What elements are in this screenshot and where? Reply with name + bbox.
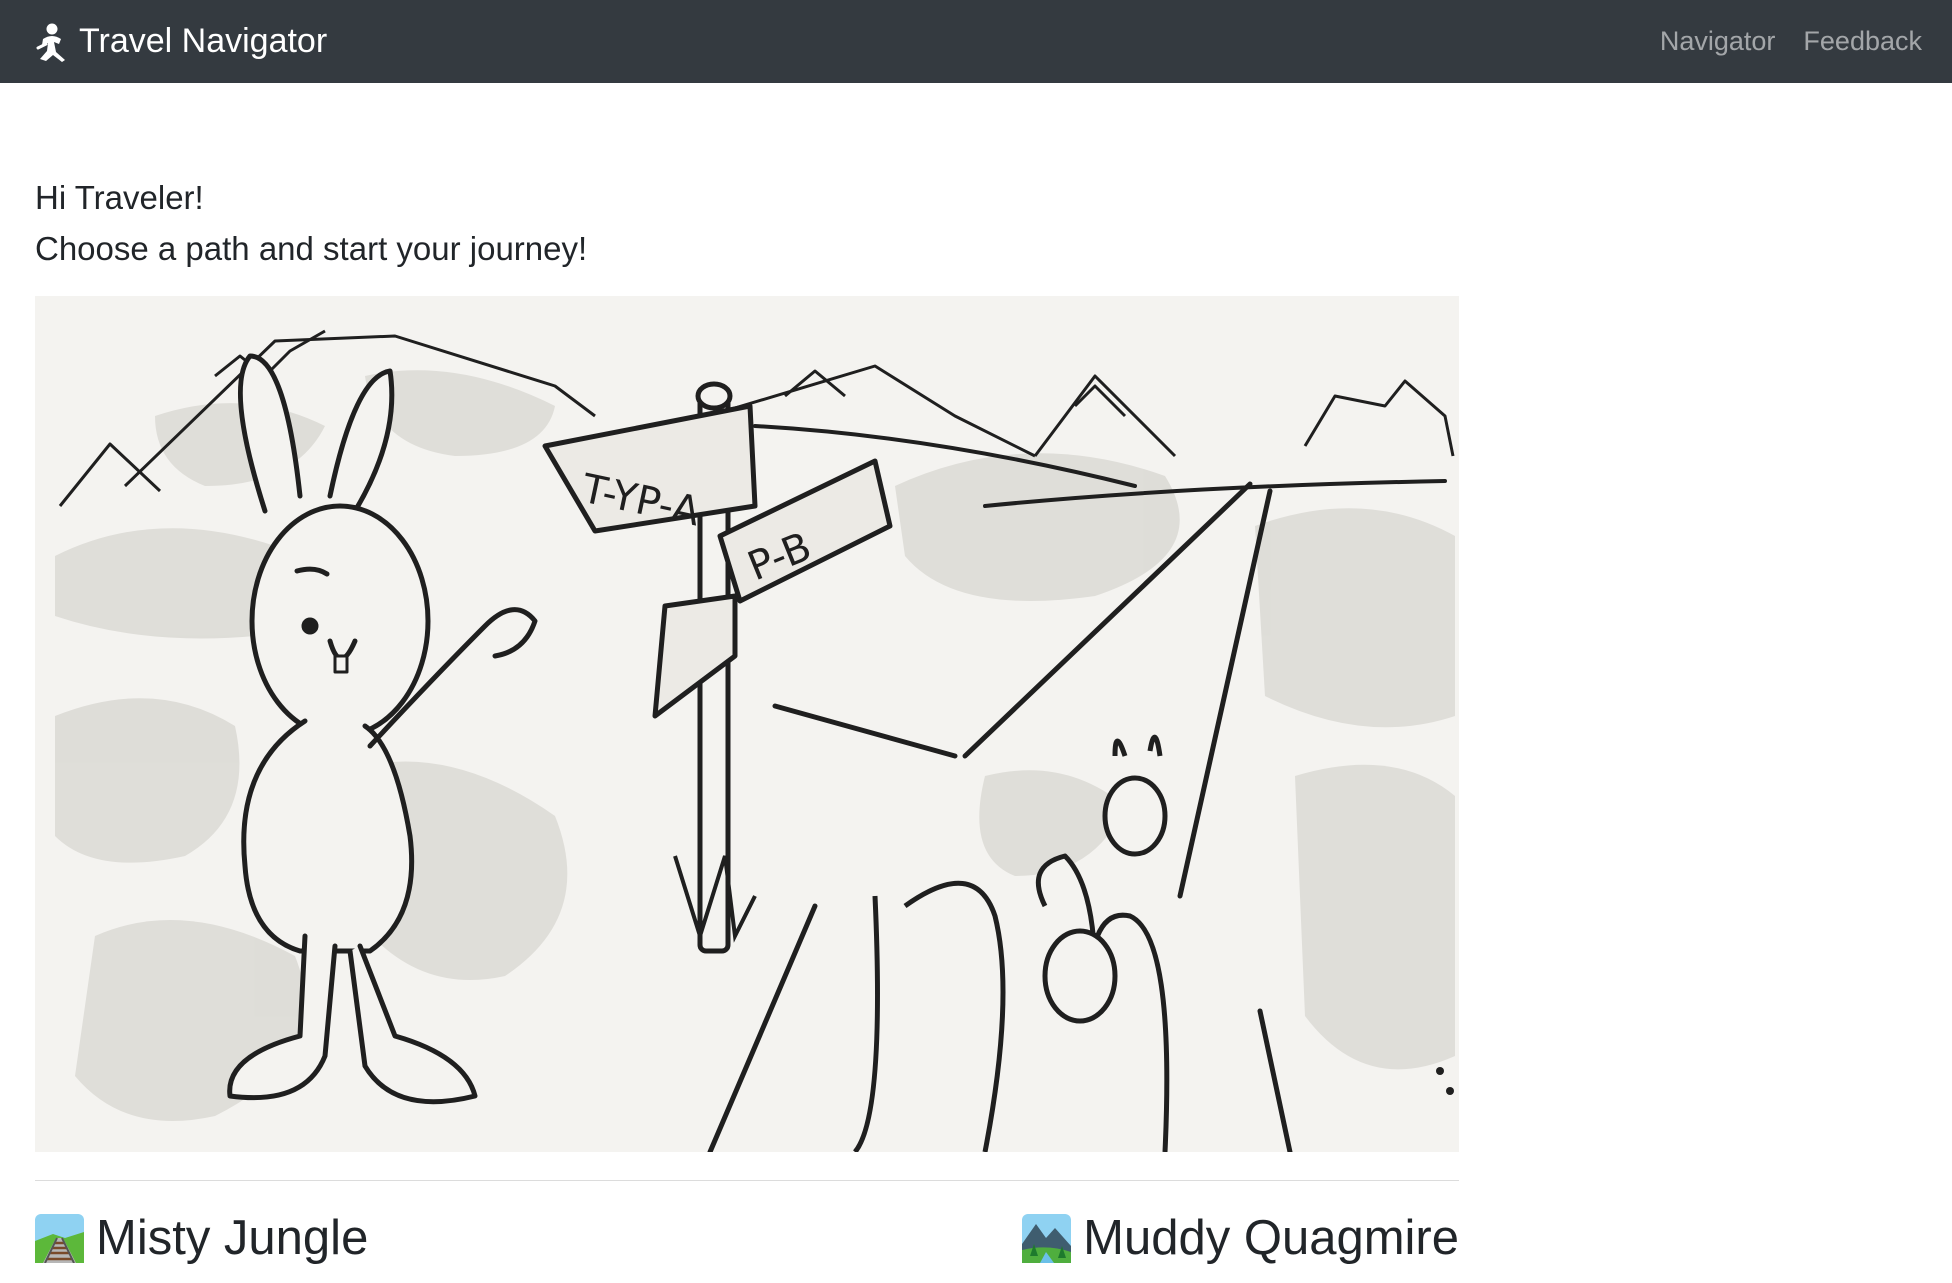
brand-link[interactable]: Travel Navigator (34, 22, 327, 62)
railway-track-icon (35, 1213, 84, 1263)
brand-label: Travel Navigator (79, 22, 328, 60)
path-label-muddy-quagmire: Muddy Quagmire (1083, 1211, 1459, 1265)
nav-link-feedback[interactable]: Feedback (1803, 26, 1922, 57)
signpost: T-YP-A P-B (542, 381, 893, 954)
greeting-subtitle: Choose a path and start your journey! (35, 230, 588, 267)
greeting-heading: Hi Traveler! (35, 179, 204, 216)
crossroads-sketch: T-YP-A P-B (55, 329, 1455, 1152)
path-misty-jungle[interactable]: Misty Jungle (35, 1206, 368, 1270)
nav-links: Navigator Feedback (1632, 26, 1922, 57)
nav-link-navigator[interactable]: Navigator (1660, 26, 1776, 57)
path-label-misty-jungle: Misty Jungle (96, 1211, 369, 1265)
national-park-icon (1022, 1213, 1072, 1263)
hero-illustration: T-YP-A P-B (35, 296, 1459, 1152)
intro-text: Hi Traveler! Choose a path and start you… (35, 172, 587, 274)
divider (35, 1180, 1459, 1181)
top-navbar: Travel Navigator Navigator Feedback (0, 0, 1952, 83)
traveler-icon (34, 22, 70, 62)
path-muddy-quagmire[interactable]: Muddy Quagmire (1022, 1206, 1459, 1270)
